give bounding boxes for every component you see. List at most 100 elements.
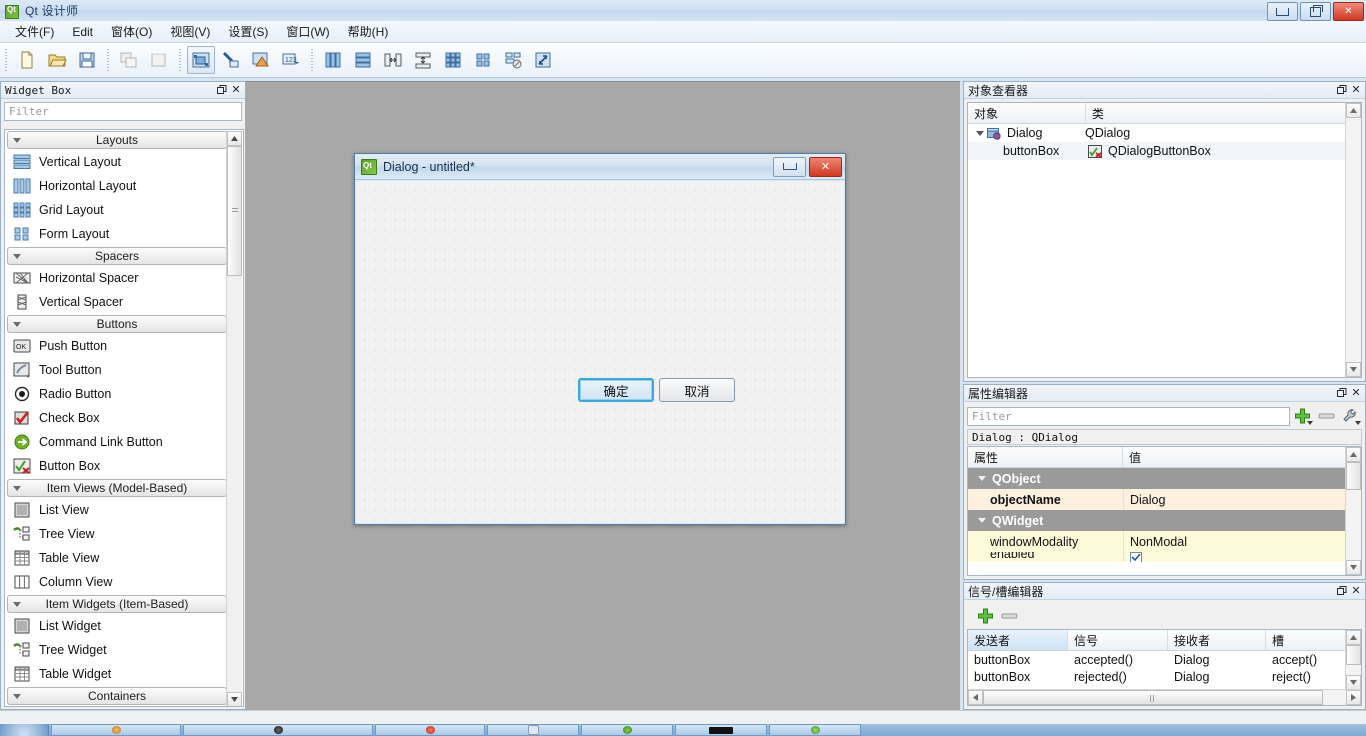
table-row[interactable]: Dialog QDialog — [968, 124, 1361, 142]
menu-settings[interactable]: 设置(S) — [219, 20, 277, 43]
toolbar-grip-2[interactable] — [105, 49, 112, 71]
start-button[interactable] — [0, 724, 49, 736]
menu-view[interactable]: 视图(V) — [161, 20, 219, 43]
widget-category-item-widgets[interactable]: Item Widgets (Item-Based) — [7, 595, 227, 613]
new-form-button[interactable] — [13, 46, 41, 74]
widget-item-button-box[interactable]: Button Box — [5, 454, 229, 478]
column-header-object[interactable]: 对象 — [968, 103, 1086, 123]
taskbar-item[interactable] — [769, 724, 861, 736]
widget-item-column-view[interactable]: Column View — [5, 570, 229, 594]
column-header-value[interactable]: 值 — [1123, 447, 1361, 467]
property-editor-scrollbar[interactable] — [1345, 447, 1361, 575]
property-group-row[interactable]: QObject — [968, 468, 1361, 489]
edit-widgets-button[interactable] — [187, 46, 215, 74]
scroll-up-arrow-icon[interactable] — [1346, 103, 1361, 118]
cancel-button[interactable]: 取消 — [659, 378, 735, 402]
object-inspector-tree[interactable]: 对象 类 Dialog QDialog buttonBox QDialogBut… — [967, 102, 1362, 378]
widget-item-table-widget[interactable]: Table Widget — [5, 662, 229, 686]
menu-edit[interactable]: Edit — [63, 22, 102, 42]
widget-box-filter-input[interactable]: Filter — [4, 102, 242, 121]
widget-item-vertical-layout[interactable]: Vertical Layout — [5, 150, 229, 174]
redo-button[interactable] — [145, 46, 173, 74]
widget-item-list-view[interactable]: List View — [5, 498, 229, 522]
widget-item-command-link-button[interactable]: Command Link Button — [5, 430, 229, 454]
scrollbar-thumb[interactable] — [1346, 645, 1361, 665]
property-row-enabled[interactable]: enabled — [968, 552, 1361, 562]
edit-buddies-button[interactable] — [247, 46, 275, 74]
close-icon[interactable]: ✕ — [1349, 386, 1363, 400]
property-value-checkbox[interactable] — [1123, 552, 1361, 562]
form-canvas[interactable]: 确定 取消 — [356, 181, 844, 523]
toolbar-grip-4[interactable] — [309, 49, 316, 71]
add-dynamic-property-button[interactable] — [1290, 406, 1314, 426]
column-header-property[interactable]: 属性 — [968, 447, 1123, 467]
layout-horizontally-button[interactable] — [319, 46, 347, 74]
widget-box-list[interactable]: Layouts Vertical Layout Horizontal Layou… — [4, 129, 244, 707]
remove-dynamic-property-button[interactable] — [1314, 406, 1338, 426]
property-value[interactable]: NonModal — [1123, 531, 1361, 552]
property-row-objectname[interactable]: objectName Dialog — [968, 489, 1361, 510]
float-icon[interactable] — [1335, 584, 1349, 598]
column-header-receiver[interactable]: 接收者 — [1168, 630, 1266, 650]
scrollbar-thumb[interactable] — [983, 690, 1323, 705]
break-layout-button[interactable] — [499, 46, 527, 74]
scroll-right-arrow-icon[interactable] — [1346, 690, 1361, 705]
scroll-up-arrow-icon[interactable] — [1346, 447, 1361, 462]
configure-property-editor-button[interactable] — [1338, 406, 1362, 426]
column-header-sender[interactable]: 发送者 — [968, 630, 1068, 650]
widget-item-vertical-spacer[interactable]: Vertical Spacer — [5, 290, 229, 314]
widget-item-list-widget[interactable]: List Widget — [5, 614, 229, 638]
menu-form[interactable]: 窗体(O) — [102, 20, 161, 43]
property-value[interactable]: Dialog — [1123, 489, 1361, 510]
table-row[interactable]: buttonBox accepted() Dialog accept() — [968, 651, 1361, 668]
toolbar-grip-3[interactable] — [177, 49, 184, 71]
float-icon[interactable] — [215, 83, 229, 97]
toolbar-grip-1[interactable] — [3, 49, 10, 71]
scroll-down-arrow-icon[interactable] — [227, 692, 242, 706]
scrollbar-thumb[interactable] — [1346, 462, 1361, 490]
form-minimize-button[interactable] — [773, 156, 806, 177]
taskbar-item[interactable] — [487, 724, 579, 736]
widget-item-form-layout[interactable]: Form Layout — [5, 222, 229, 246]
layout-in-form-button[interactable] — [469, 46, 497, 74]
widget-item-radio-button[interactable]: Radio Button — [5, 382, 229, 406]
taskbar-item[interactable] — [375, 724, 485, 736]
edit-tab-order-button[interactable]: 123 — [277, 46, 305, 74]
widget-item-tree-view[interactable]: Tree View — [5, 522, 229, 546]
float-icon[interactable] — [1335, 386, 1349, 400]
widget-category-layouts[interactable]: Layouts — [7, 131, 227, 149]
scroll-down-arrow-icon[interactable] — [1346, 560, 1361, 575]
menu-window[interactable]: 窗口(W) — [277, 20, 338, 43]
window-close-button[interactable]: ✕ — [1333, 2, 1364, 21]
table-row[interactable]: buttonBox QDialogButtonBox — [968, 142, 1361, 160]
save-form-button[interactable] — [73, 46, 101, 74]
edit-signals-slots-button[interactable] — [217, 46, 245, 74]
object-inspector-scrollbar[interactable] — [1345, 103, 1361, 377]
property-row-windowmodality[interactable]: windowModality NonModal — [968, 531, 1361, 552]
widget-category-buttons[interactable]: Buttons — [7, 315, 227, 333]
scrollbar-thumb[interactable] — [227, 146, 242, 276]
property-group-row[interactable]: QWidget — [968, 510, 1361, 531]
window-minimize-button[interactable] — [1267, 2, 1298, 21]
widget-item-tree-widget[interactable]: Tree Widget — [5, 638, 229, 662]
form-workspace[interactable]: Dialog - untitled* ✕ 确定 取消 — [246, 81, 960, 710]
widget-item-grid-layout[interactable]: Grid Layout — [5, 198, 229, 222]
widget-category-item-views[interactable]: Item Views (Model-Based) — [7, 479, 227, 497]
remove-connection-button[interactable] — [997, 606, 1021, 626]
undo-button[interactable] — [115, 46, 143, 74]
signal-slot-table[interactable]: 发送者 信号 接收者 槽 buttonBox accepted() Dialog… — [967, 629, 1362, 706]
widget-item-check-box[interactable]: Check Box — [5, 406, 229, 430]
close-icon[interactable]: ✕ — [229, 83, 243, 97]
scroll-left-arrow-icon[interactable] — [968, 690, 983, 705]
taskbar-item[interactable] — [183, 724, 373, 736]
scroll-down-arrow-icon[interactable] — [1346, 675, 1361, 690]
scroll-up-arrow-icon[interactable] — [227, 131, 242, 146]
float-icon[interactable] — [1335, 83, 1349, 97]
close-icon[interactable]: ✕ — [1349, 584, 1363, 598]
menu-file[interactable]: 文件(F) — [6, 20, 63, 43]
table-row[interactable]: buttonBox rejected() Dialog reject() — [968, 668, 1361, 685]
add-connection-button[interactable] — [973, 606, 997, 626]
signal-slot-hscrollbar[interactable] — [968, 689, 1361, 705]
layout-in-grid-button[interactable] — [439, 46, 467, 74]
widget-item-table-view[interactable]: Table View — [5, 546, 229, 570]
